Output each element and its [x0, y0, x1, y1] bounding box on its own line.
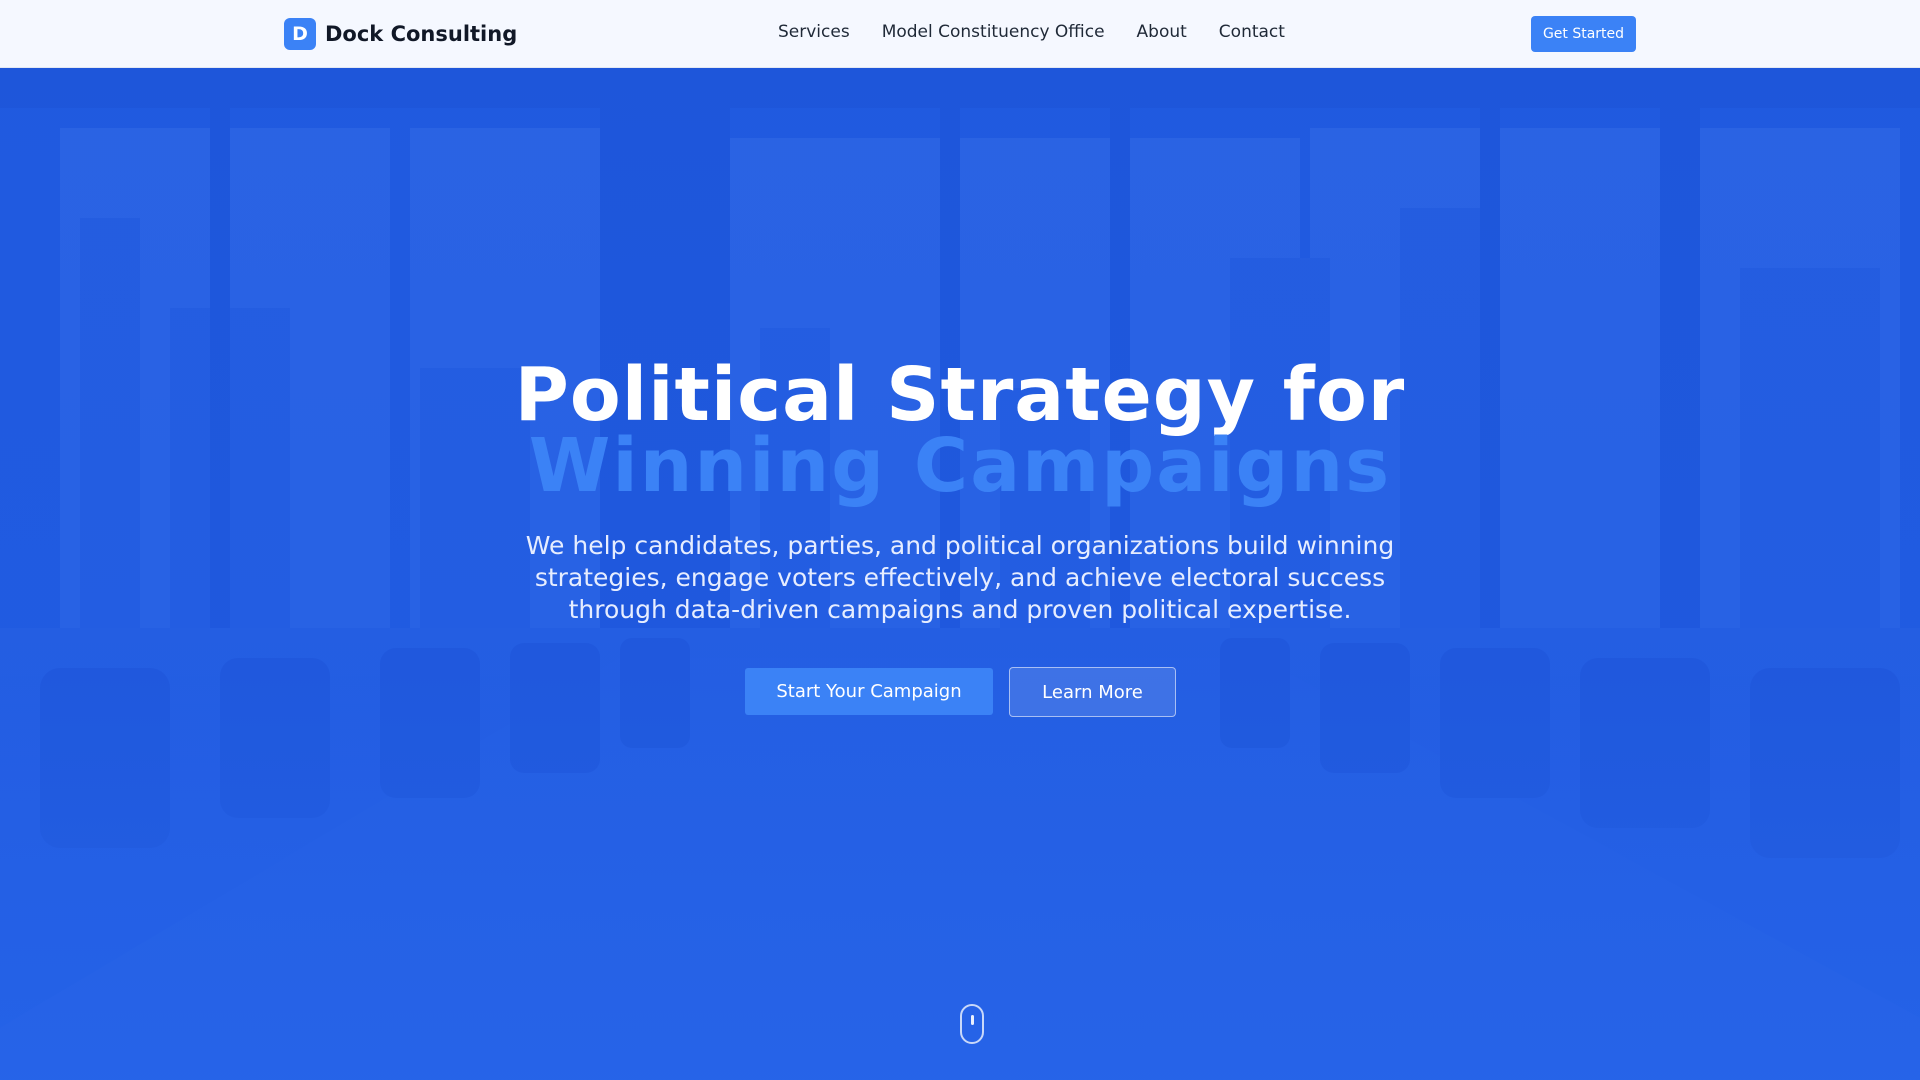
nav-link-contact[interactable]: Contact — [1219, 22, 1285, 42]
nav-link-about[interactable]: About — [1137, 22, 1187, 42]
hero-section: Political Strategy for Winning Campaigns… — [0, 68, 1920, 1080]
nav-link-model-constituency-office[interactable]: Model Constituency Office — [882, 22, 1105, 42]
brand-name: Dock Consulting — [325, 22, 518, 46]
start-campaign-button[interactable]: Start Your Campaign — [745, 668, 993, 715]
brand-logo[interactable]: D Dock Consulting — [284, 18, 517, 50]
get-started-button[interactable]: Get Started — [1531, 16, 1636, 52]
hero-subtitle: We help candidates, parties, and politic… — [525, 531, 1395, 624]
hero-title-line-1: Political Strategy for — [514, 352, 1406, 438]
hero-title-line-2: Winning Campaigns — [528, 423, 1392, 509]
nav-links: Services Model Constituency Office About… — [778, 22, 1285, 42]
learn-more-button[interactable]: Learn More — [1009, 667, 1176, 717]
top-navbar: D Dock Consulting Services Model Constit… — [0, 0, 1920, 68]
mouse-scroll-icon[interactable] — [960, 1004, 984, 1044]
logo-icon: D — [284, 18, 316, 50]
nav-link-services[interactable]: Services — [778, 22, 850, 42]
scroll-dot — [971, 1015, 974, 1025]
